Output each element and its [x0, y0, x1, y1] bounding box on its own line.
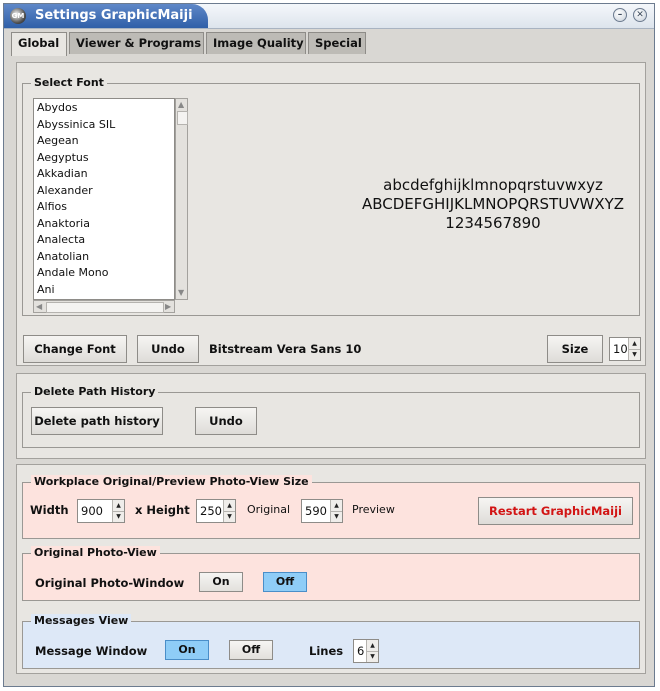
width-label: Width [30, 503, 69, 517]
font-list-item[interactable]: Andale Mono [37, 266, 108, 280]
size-button[interactable]: Size [547, 335, 603, 363]
message-window-off-button[interactable]: Off [229, 640, 273, 660]
original-height-value: 250 [200, 504, 222, 518]
font-list-item[interactable]: Alfios [37, 200, 67, 214]
select-font-title: Select Font [31, 76, 107, 90]
app-logo-icon: GM [10, 8, 26, 24]
preview-label: Preview [352, 503, 395, 516]
select-font-panel: Select Font Abydos Abyssinica SIL Aegean… [16, 62, 646, 366]
message-window-on-button[interactable]: On [165, 640, 209, 660]
font-preview-lowercase: abcdefghijklmnopqrstuvwxyz [383, 176, 603, 194]
spin-down-icon[interactable]: ▼ [331, 511, 342, 522]
workplace-size-title: Workplace Original/Preview Photo-View Si… [31, 475, 312, 489]
font-preview-digits: 1234567890 [445, 214, 541, 232]
scroll-right-icon[interactable]: ▶ [165, 302, 171, 312]
window-title: Settings GraphicMaiji [35, 8, 193, 23]
font-list-vertical-scrollbar[interactable]: ▲ ▼ [175, 98, 188, 300]
font-preview-uppercase: ABCDEFGHIJKLMNOPQRSTUVWXYZ [361, 195, 625, 213]
font-list-item[interactable]: Abydos [37, 101, 77, 115]
workplace-size-group: Workplace Original/Preview Photo-View Si… [22, 475, 640, 539]
width-value: 900 [81, 504, 103, 518]
tab-viewer-programs[interactable]: Viewer & Programs [69, 32, 204, 54]
original-label: Original [247, 503, 291, 516]
lines-label: Lines [309, 644, 344, 658]
lines-stepper[interactable]: 6 ▲ ▼ [353, 639, 379, 663]
font-list-item[interactable]: Aegyptus [37, 151, 89, 165]
original-photo-view-group: Original Photo-View Original Photo-Windo… [22, 546, 640, 601]
font-list-item[interactable]: Ani [37, 283, 55, 297]
messages-view-title: Messages View [31, 614, 132, 628]
tab-global[interactable]: Global [11, 32, 67, 56]
select-font-group: Select Font Abydos Abyssinica SIL Aegean… [22, 76, 640, 316]
font-size-value: 10 [613, 342, 628, 356]
width-stepper[interactable]: 900 ▲ ▼ [77, 499, 125, 523]
font-list-item[interactable]: Anatolian [37, 250, 89, 264]
font-size-stepper[interactable]: 10 ▲ ▼ [609, 337, 641, 361]
height-label: x Height [135, 503, 190, 517]
delete-path-group: Delete Path History Delete path history … [22, 385, 640, 448]
spin-down-icon[interactable]: ▼ [629, 349, 640, 360]
minimize-icon[interactable]: – [613, 8, 627, 22]
original-photo-window-label: Original Photo-Window [35, 576, 185, 590]
font-list-item[interactable]: Abyssinica SIL [37, 118, 115, 132]
delete-path-title: Delete Path History [31, 385, 159, 399]
spin-down-icon[interactable]: ▼ [224, 511, 235, 522]
message-window-label: Message Window [35, 644, 148, 658]
font-undo-button[interactable]: Undo [137, 335, 199, 363]
preview-height-stepper[interactable]: 590 ▲ ▼ [301, 499, 343, 523]
lines-value: 6 [357, 644, 365, 658]
delete-path-panel: Delete Path History Delete path history … [16, 373, 646, 459]
original-window-on-button[interactable]: On [199, 572, 243, 592]
messages-view-group: Messages View Message Window On Off Line… [22, 614, 640, 669]
restart-graphicmaiji-button[interactable]: Restart GraphicMaiji [478, 497, 633, 525]
scroll-down-icon[interactable]: ▼ [178, 288, 184, 298]
preview-height-value: 590 [305, 504, 327, 518]
view-settings-panel: Workplace Original/Preview Photo-View Si… [16, 464, 646, 674]
title-bar[interactable]: GM Settings GraphicMaiji – ✕ [4, 4, 654, 29]
spin-down-icon[interactable]: ▼ [113, 511, 124, 522]
close-icon[interactable]: ✕ [633, 8, 647, 22]
original-photo-view-title: Original Photo-View [31, 546, 160, 560]
settings-window: GM Settings GraphicMaiji – ✕ Global View… [3, 3, 655, 687]
font-list-horizontal-scrollbar[interactable]: ◀ ▶ [33, 300, 175, 313]
scrollbar-thumb[interactable] [46, 302, 164, 313]
font-list-item[interactable]: Analecta [37, 233, 85, 247]
delete-path-undo-button[interactable]: Undo [195, 407, 257, 435]
font-list-item[interactable]: Alexander [37, 184, 93, 198]
spin-down-icon[interactable]: ▼ [367, 651, 378, 662]
original-window-off-button[interactable]: Off [263, 572, 307, 592]
tab-special[interactable]: Special [308, 32, 366, 54]
font-list-item[interactable]: Aegean [37, 134, 79, 148]
font-list[interactable]: Abydos Abyssinica SIL Aegean Aegyptus Ak… [33, 98, 175, 300]
tab-image-quality[interactable]: Image Quality [206, 32, 306, 54]
font-list-item[interactable]: Akkadian [37, 167, 88, 181]
font-list-item[interactable]: Anaktoria [37, 217, 90, 231]
original-height-stepper[interactable]: 250 ▲ ▼ [196, 499, 236, 523]
scrollbar-thumb[interactable] [177, 111, 188, 125]
change-font-button[interactable]: Change Font [23, 335, 127, 363]
title-tab: GM Settings GraphicMaiji [4, 4, 208, 28]
delete-path-history-button[interactable]: Delete path history [31, 407, 163, 435]
scroll-left-icon[interactable]: ◀ [36, 302, 42, 312]
current-font-label: Bitstream Vera Sans 10 [209, 342, 362, 356]
scroll-up-icon[interactable]: ▲ [178, 100, 184, 110]
